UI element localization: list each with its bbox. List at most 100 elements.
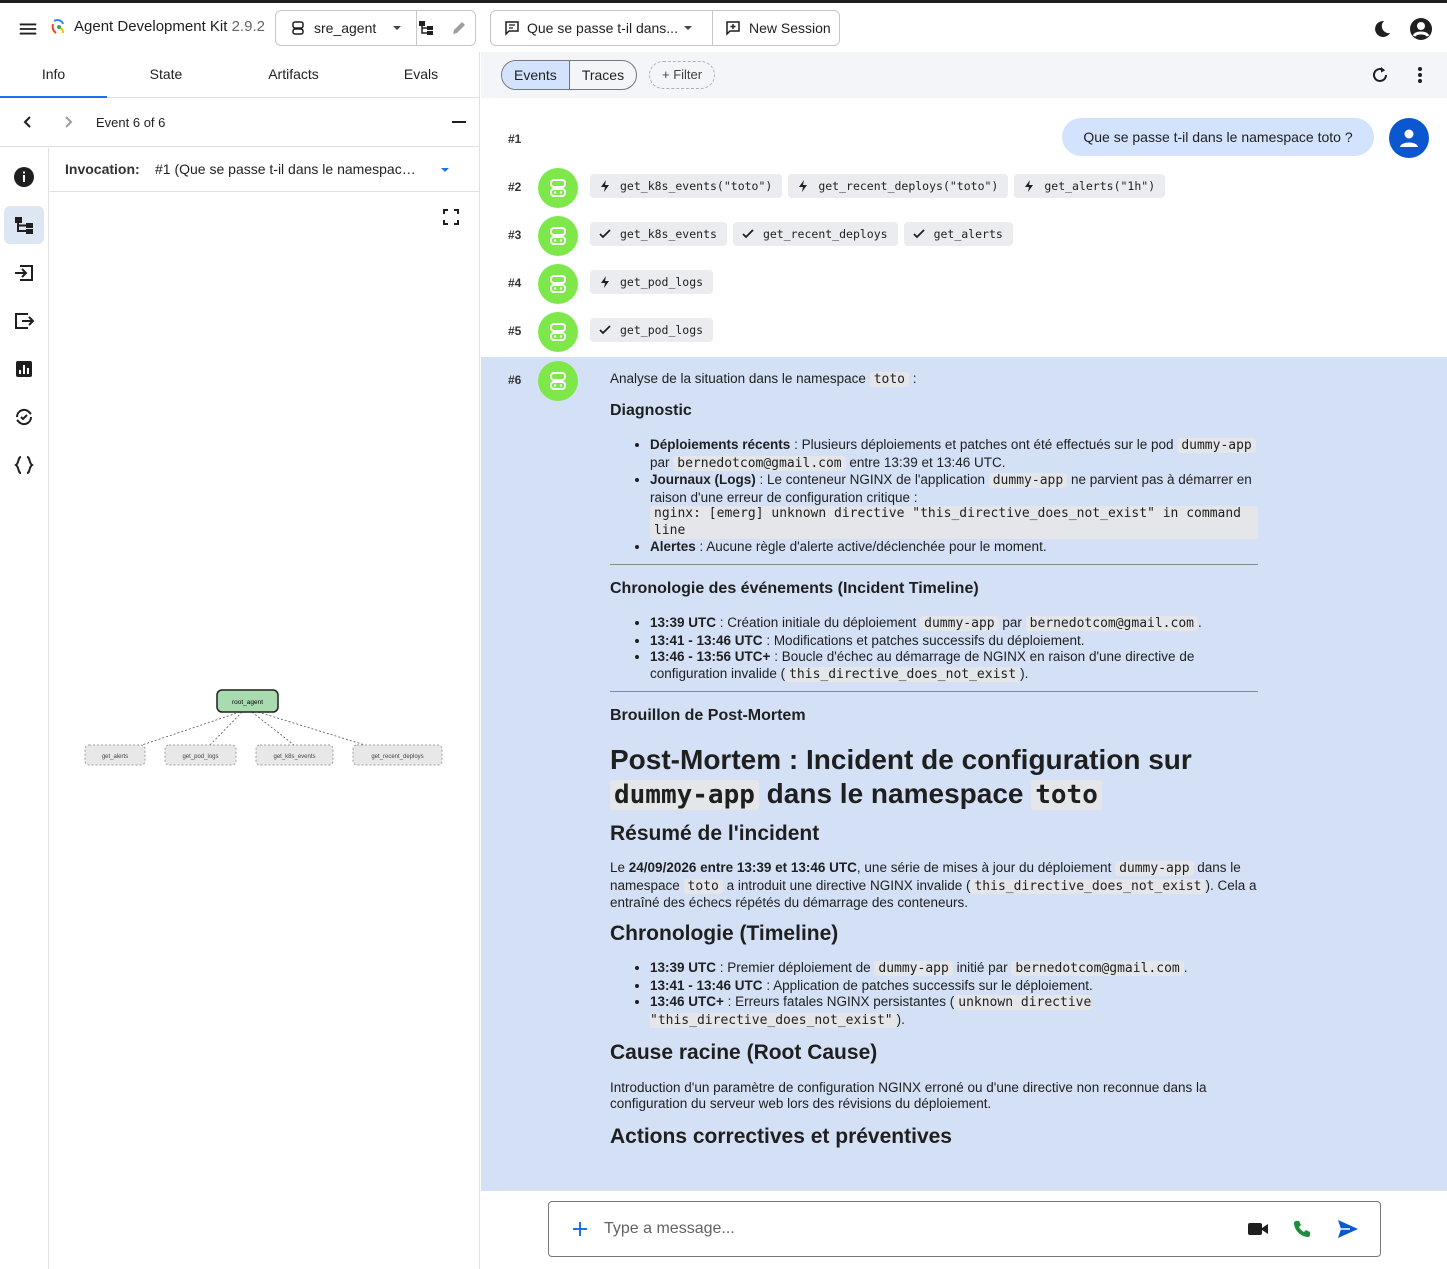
- top-bar: Agent Development Kit 2.9.2 sre_agent Qu…: [0, 0, 1447, 52]
- event-row[interactable]: #5 get_pod_logs: [481, 312, 1447, 360]
- function-call-chip[interactable]: get_pod_logs: [590, 270, 714, 294]
- graph-node-tool[interactable]: get_recent_deploys: [352, 744, 443, 766]
- event-row-selected[interactable]: #6 Analyse de la situation dans le names…: [481, 357, 1447, 1191]
- plus-icon: +: [662, 67, 670, 82]
- events-toggle[interactable]: Events: [502, 61, 569, 89]
- add-icon[interactable]: [571, 1220, 589, 1238]
- text: ).: [896, 1011, 905, 1027]
- list-item: 13:39 UTC : Premier déploiement de dummy…: [650, 960, 1258, 978]
- event-counter: Event 6 of 6: [96, 115, 166, 130]
- event-number: #1: [508, 132, 522, 146]
- bot-avatar-icon: [538, 216, 578, 256]
- more-vert-icon[interactable]: [1409, 64, 1431, 86]
- bold-text: 24/09/2026 entre 13:39 et 13:46 UTC: [628, 860, 857, 875]
- text: Post-Mortem : Incident de configuration …: [610, 743, 1192, 775]
- timeline-list: 13:39 UTC : Premier déploiement de dummy…: [650, 960, 1258, 1029]
- text: : Application de patches successifs sur …: [762, 977, 1093, 993]
- tab-info[interactable]: Info: [0, 52, 107, 98]
- tab-evals[interactable]: Evals: [362, 52, 480, 97]
- request-icon[interactable]: [4, 254, 44, 292]
- summary-paragraph: Le 24/09/2026 entre 13:39 et 13:46 UTC, …: [610, 860, 1258, 912]
- analytics-icon[interactable]: [4, 350, 44, 388]
- bold-text: 13:39 UTC: [650, 615, 717, 630]
- filter-button[interactable]: + Filter: [649, 61, 716, 89]
- text: : Premier déploiement de: [716, 960, 875, 975]
- tab-state[interactable]: State: [107, 52, 225, 97]
- graph-node-tool[interactable]: get_alerts: [84, 744, 146, 766]
- response-icon[interactable]: [4, 302, 44, 340]
- divider: [712, 11, 713, 45]
- composer-area: [481, 1191, 1447, 1269]
- tab-artifacts[interactable]: Artifacts: [225, 52, 362, 97]
- text: : Le conteneur NGINX de l'application: [755, 472, 989, 487]
- graph-node-tool[interactable]: get_k8s_events: [255, 744, 334, 766]
- bot-avatar-icon: [538, 312, 578, 352]
- session-dropdown-icon[interactable]: [683, 23, 693, 33]
- next-event-icon[interactable]: [60, 114, 76, 130]
- event-row[interactable]: #1 Que se passe t-il dans le namespace t…: [481, 98, 1447, 158]
- new-session-icon[interactable]: [725, 20, 741, 36]
- function-response-chip[interactable]: get_k8s_events: [590, 222, 727, 246]
- bold-text: 13:41 - 13:46 UTC: [650, 632, 763, 648]
- inline-code: toto: [1031, 779, 1102, 810]
- new-session-button[interactable]: New Session: [749, 20, 831, 36]
- text: entre 13:39 et 13:46 UTC.: [845, 454, 1006, 470]
- json-icon[interactable]: [4, 446, 44, 484]
- traces-toggle[interactable]: Traces: [568, 61, 636, 89]
- graph-icon[interactable]: [4, 206, 44, 244]
- edit-agent-icon[interactable]: [451, 20, 467, 36]
- send-icon[interactable]: [1337, 1219, 1359, 1239]
- user-message: Que se passe t-il dans le namespace toto…: [1062, 118, 1374, 156]
- refresh-icon[interactable]: [1369, 64, 1391, 86]
- inline-code: dummy-app: [1177, 438, 1256, 453]
- info-icon[interactable]: [4, 158, 44, 196]
- section-heading: Actions correctives et préventives: [610, 1124, 952, 1148]
- invocation-selector[interactable]: Invocation: #1 (Que se passe t-il dans l…: [50, 148, 480, 192]
- sync-check-icon[interactable]: [4, 398, 44, 436]
- function-call-chip[interactable]: get_k8s_events("toto"): [590, 174, 783, 198]
- list-item: 13:41 - 13:46 UTC : Modifications et pat…: [650, 633, 1258, 650]
- function-call-label: get_pod_logs: [620, 275, 704, 289]
- divider: [610, 691, 1258, 692]
- function-response-chip[interactable]: get_recent_deploys: [732, 222, 898, 246]
- graph-node-root[interactable]: root_agent: [216, 689, 279, 713]
- previous-event-icon[interactable]: [20, 114, 36, 130]
- graph-node-tool-label: get_pod_logs: [182, 754, 218, 760]
- graph-node-tool-label: get_alerts: [102, 754, 128, 760]
- event-row[interactable]: #3 get_k8s_events get_recent_deploys get…: [481, 216, 1447, 264]
- phone-call-icon[interactable]: [1292, 1219, 1312, 1239]
- graph-canvas: root_agent get_alerts get_pod_logs get_k…: [84, 689, 443, 766]
- function-response-chip[interactable]: get_alerts: [903, 222, 1013, 246]
- list-item: 13:46 - 13:56 UTC+ : Boucle d'échec au d…: [650, 649, 1258, 683]
- bot-avatar-icon: [538, 361, 578, 401]
- function-call-chip[interactable]: get_alerts("1h"): [1014, 174, 1166, 198]
- function-response-label: get_pod_logs: [620, 323, 704, 337]
- dark-mode-icon[interactable]: [1370, 17, 1394, 41]
- code-block: nginx: [emerg] unknown directive "this_d…: [650, 506, 1258, 539]
- agent-name: sre_agent: [314, 20, 377, 36]
- session-selector[interactable]: Que se passe t-il dans... New Session: [490, 10, 840, 46]
- invocation-label: Invocation:: [65, 161, 140, 177]
- event-row[interactable]: #2 get_k8s_events("toto") get_recent_dep…: [481, 168, 1447, 216]
- invocation-value: #1 (Que se passe t-il dans le namespace …: [155, 161, 420, 177]
- event-row[interactable]: #4 get_pod_logs: [481, 264, 1447, 312]
- bot-avatar-icon: [538, 264, 578, 304]
- function-response-chip[interactable]: get_pod_logs: [590, 318, 714, 342]
- menu-icon[interactable]: [16, 17, 40, 41]
- graph-node-tool[interactable]: get_pod_logs: [164, 744, 237, 766]
- text: Le: [610, 860, 629, 875]
- agent-dropdown-icon[interactable]: [392, 23, 402, 33]
- chat-icon: [504, 20, 520, 36]
- function-call-label: get_recent_deploys("toto"): [818, 179, 999, 193]
- account-icon[interactable]: [1408, 16, 1434, 42]
- agent-selector[interactable]: sre_agent: [275, 10, 476, 46]
- video-call-icon[interactable]: [1247, 1220, 1269, 1238]
- invocation-dropdown-icon[interactable]: [440, 166, 450, 174]
- section-heading: Chronologie des événements (Incident Tim…: [610, 579, 979, 597]
- collapse-icon[interactable]: [452, 115, 466, 129]
- message-input[interactable]: [604, 1217, 1204, 1241]
- inline-code: toto: [869, 372, 909, 387]
- session-name: Que se passe t-il dans...: [527, 20, 677, 36]
- agent-graph-icon[interactable]: [418, 20, 434, 36]
- function-call-chip[interactable]: get_recent_deploys("toto"): [788, 174, 1009, 198]
